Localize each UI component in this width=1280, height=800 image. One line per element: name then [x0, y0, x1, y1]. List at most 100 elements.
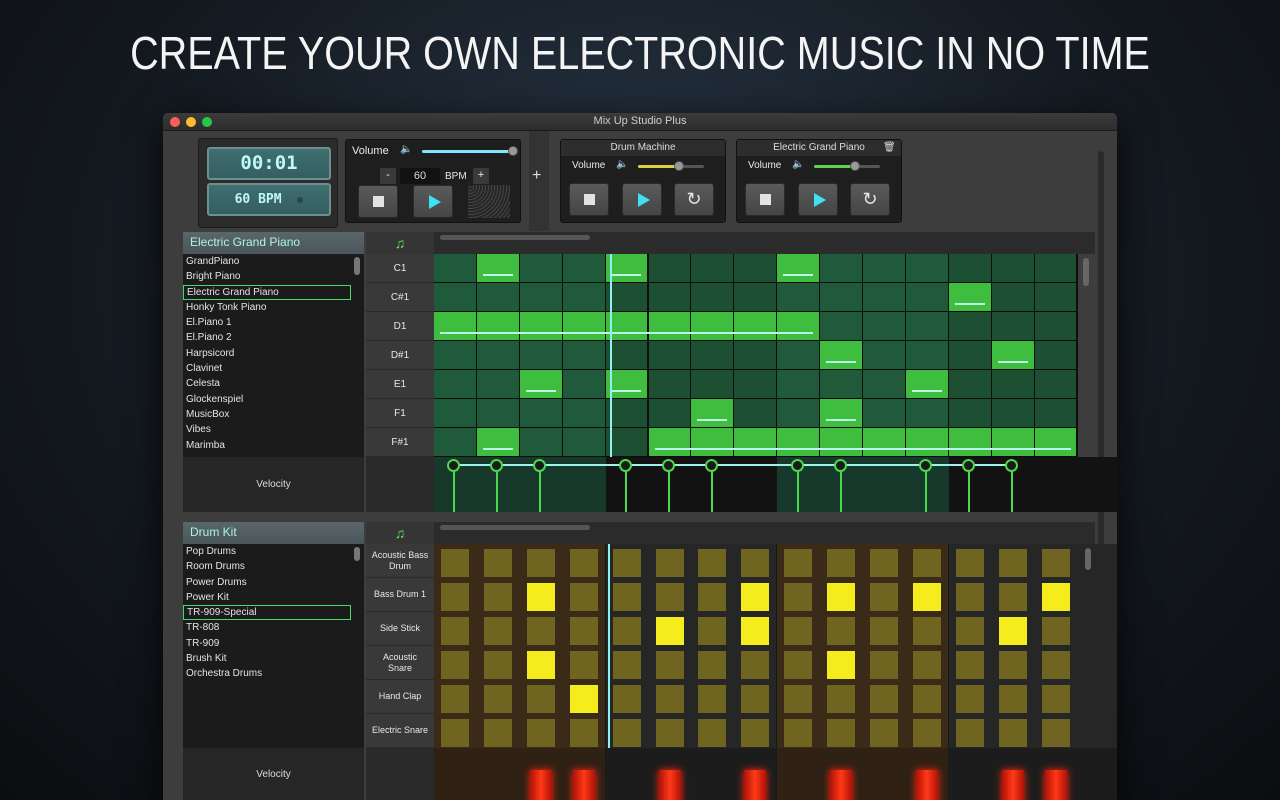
piano-velocity-lane[interactable] — [434, 457, 1117, 512]
piano-cell[interactable] — [691, 283, 734, 311]
piano-cell[interactable] — [863, 283, 905, 311]
drum-pad[interactable] — [870, 685, 898, 713]
piano-cell[interactable] — [991, 312, 1034, 340]
piano-cell[interactable] — [562, 312, 605, 340]
drum-pad[interactable] — [784, 583, 813, 611]
preset-item[interactable]: MusicBox — [183, 407, 351, 422]
drum-pad[interactable] — [655, 651, 684, 679]
piano-cell[interactable] — [605, 254, 648, 282]
piano-cell[interactable] — [434, 341, 476, 369]
note-event[interactable] — [440, 332, 814, 334]
piano-cell[interactable] — [820, 370, 862, 398]
preset-item[interactable]: El.Piano 2 — [183, 330, 351, 345]
drum-pad[interactable] — [655, 549, 684, 577]
piano-cell[interactable] — [948, 254, 991, 282]
piano-cell[interactable] — [863, 370, 905, 398]
drum-pad[interactable] — [569, 583, 598, 611]
drum-pad[interactable] — [569, 685, 598, 713]
note-event[interactable] — [826, 361, 856, 363]
drum-pad[interactable] — [569, 549, 598, 577]
preset-item[interactable]: Honky Tonk Piano — [183, 300, 351, 315]
piano-cell[interactable] — [476, 428, 519, 456]
preset-item[interactable]: GrandPiano — [183, 254, 351, 269]
piano-cell[interactable] — [863, 254, 905, 282]
drum-pad[interactable] — [741, 617, 770, 645]
loop-button[interactable]: ↻ — [850, 183, 890, 216]
piano-cell[interactable] — [863, 341, 905, 369]
piano-cell[interactable] — [863, 312, 905, 340]
preset-item[interactable]: Bright Piano — [183, 269, 351, 284]
piano-cell[interactable] — [519, 283, 562, 311]
drum-pad[interactable] — [655, 719, 684, 747]
piano-cell[interactable] — [777, 312, 820, 340]
master-volume-slider[interactable] — [422, 150, 514, 153]
instrument-play-button[interactable] — [798, 183, 838, 216]
drum-pad[interactable] — [569, 651, 598, 679]
piano-cell[interactable] — [948, 370, 991, 398]
instrument-stop-button[interactable] — [569, 183, 609, 216]
drum-pad[interactable] — [483, 549, 512, 577]
drum-pad[interactable] — [483, 651, 512, 679]
preset-item[interactable]: Brush Kit — [183, 651, 351, 666]
piano-cell[interactable] — [820, 341, 862, 369]
drum-pad[interactable] — [483, 617, 512, 645]
piano-cell[interactable] — [905, 399, 948, 427]
velocity-bar[interactable] — [1001, 770, 1024, 800]
piano-cell[interactable] — [605, 283, 648, 311]
preset-item[interactable]: Electric Grand Piano — [183, 284, 351, 300]
piano-cell[interactable] — [734, 341, 777, 369]
piano-cell[interactable] — [562, 399, 605, 427]
note-event[interactable] — [611, 274, 642, 276]
drum-pad[interactable] — [612, 617, 641, 645]
drum-pad[interactable] — [912, 617, 941, 645]
add-track-button[interactable]: + — [532, 167, 541, 185]
bpm-plus-button[interactable]: + — [473, 168, 489, 184]
piano-cell[interactable] — [434, 312, 476, 340]
piano-cell[interactable] — [605, 370, 648, 398]
note-event[interactable] — [611, 390, 642, 392]
piano-cell[interactable] — [691, 428, 734, 456]
instrument-volume-knob[interactable] — [673, 161, 684, 171]
piano-cell[interactable] — [605, 399, 648, 427]
piano-cell[interactable] — [734, 399, 777, 427]
preset-item[interactable]: Pop Drums — [183, 544, 351, 559]
piano-cell[interactable] — [648, 283, 691, 311]
piano-cell[interactable] — [519, 254, 562, 282]
note-event[interactable] — [954, 303, 985, 305]
piano-cell[interactable] — [476, 312, 519, 340]
piano-roll-grid[interactable] — [434, 254, 1078, 457]
piano-cell[interactable] — [691, 312, 734, 340]
drum-pad[interactable] — [998, 617, 1027, 645]
preset-item[interactable]: TR-909 — [183, 636, 351, 651]
piano-cell[interactable] — [476, 254, 519, 282]
drum-pad[interactable] — [526, 617, 555, 645]
instrument-play-button[interactable] — [622, 183, 662, 216]
piano-cell[interactable] — [648, 399, 691, 427]
drum-pad[interactable] — [912, 719, 941, 747]
note-event[interactable] — [826, 419, 856, 421]
drum-step-grid[interactable] — [434, 544, 1117, 748]
drum-pad[interactable] — [998, 651, 1027, 679]
preset-item[interactable]: Power Kit — [183, 590, 351, 605]
velocity-bar[interactable] — [830, 770, 853, 800]
piano-cell[interactable] — [434, 254, 476, 282]
piano-cell[interactable] — [863, 399, 905, 427]
piano-cell[interactable] — [519, 370, 562, 398]
piano-cell[interactable] — [1034, 370, 1077, 398]
velocity-bar[interactable] — [529, 770, 552, 800]
piano-cell[interactable] — [734, 428, 777, 456]
velocity-bar[interactable] — [658, 770, 681, 800]
piano-cell[interactable] — [562, 283, 605, 311]
drum-pad[interactable] — [998, 685, 1027, 713]
piano-cell[interactable] — [734, 312, 777, 340]
piano-cell[interactable] — [519, 428, 562, 456]
piano-cell[interactable] — [820, 283, 862, 311]
piano-cell[interactable] — [905, 283, 948, 311]
loop-button[interactable]: ↻ — [674, 183, 714, 216]
piano-cell[interactable] — [991, 428, 1034, 456]
piano-cell[interactable] — [562, 428, 605, 456]
drum-grid-scrollbar[interactable] — [1085, 548, 1091, 570]
drum-pad[interactable] — [912, 685, 941, 713]
drum-pad[interactable] — [955, 549, 984, 577]
drum-pad[interactable] — [1041, 685, 1070, 713]
